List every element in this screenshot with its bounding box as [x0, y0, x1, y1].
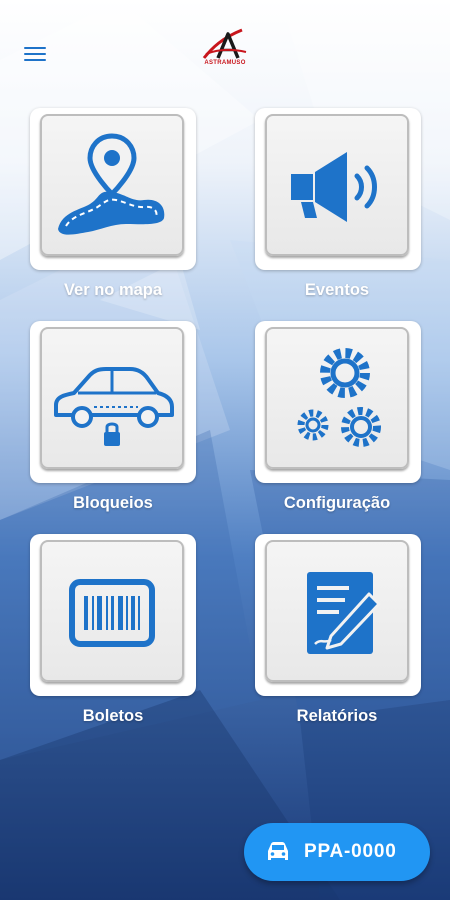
tile-bloqueios[interactable] — [30, 321, 196, 483]
tile-label-boletos: Boletos — [82, 707, 144, 725]
tile-label-relatorios: Relatórios — [296, 707, 378, 725]
tile-button-face — [40, 540, 184, 682]
logo-wordmark: ASTRAMUSO — [204, 60, 246, 66]
tile-boletos[interactable] — [30, 534, 196, 696]
report-pen-icon — [307, 572, 381, 654]
tile-label-eventos: Eventos — [304, 281, 370, 299]
map-route-pin-icon — [58, 133, 165, 235]
tile-ver-no-mapa[interactable] — [30, 108, 196, 270]
tile-eventos[interactable] — [255, 108, 421, 270]
app-header: ASTRAMUSO — [0, 0, 450, 100]
tile-button-face — [40, 114, 184, 256]
tile-relatorios[interactable] — [255, 534, 421, 696]
tile-label-bloqueios: Bloqueios — [73, 494, 153, 512]
vehicle-plate-label: PPA-0000 — [304, 841, 397, 862]
barcode-icon — [69, 579, 155, 647]
brand-logo: ASTRAMUSO — [198, 26, 252, 72]
car-lock-icon — [54, 367, 174, 446]
tile-label-configuracao: Configuração — [283, 494, 391, 512]
logo-mark-icon — [202, 28, 247, 59]
tile-button-face — [265, 114, 409, 256]
vehicle-plate-button[interactable]: PPA-0000 — [244, 823, 430, 881]
tile-button-face — [40, 327, 184, 469]
megaphone-icon — [291, 152, 377, 222]
tile-configuracao[interactable] — [255, 321, 421, 483]
tile-button-face — [265, 327, 409, 469]
gears-icon — [297, 348, 381, 447]
tile-button-face — [265, 540, 409, 682]
hamburger-menu-icon[interactable] — [20, 40, 50, 66]
tile-label-ver-no-mapa: Ver no mapa — [63, 281, 163, 299]
car-icon — [268, 842, 288, 860]
